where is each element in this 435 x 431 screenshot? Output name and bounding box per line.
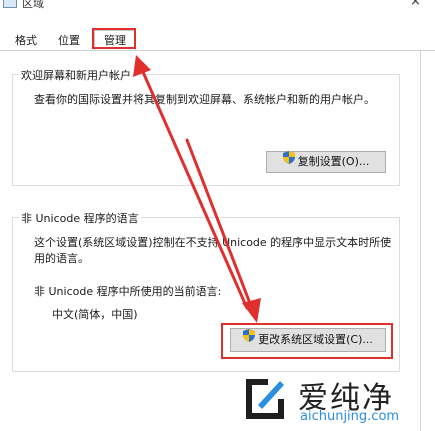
close-icon[interactable]: ×: [410, 0, 421, 9]
current-language-value: 中文(简体，中国): [52, 308, 138, 321]
watermark-logo-icon: [246, 379, 284, 419]
window-icon: [3, 0, 17, 8]
window-title: 区域: [22, 0, 44, 10]
watermark: 爱纯净 aichunjing.com: [238, 371, 428, 427]
welcome-description: 查看你的国际设置并将其复制到欢迎屏幕、系统帐户和新的用户帐户。: [34, 93, 375, 106]
copy-settings-label: 复制设置(O)...: [297, 155, 370, 168]
shield-icon: [282, 151, 295, 171]
tab-highlight-box: [92, 28, 136, 49]
copy-settings-button[interactable]: 复制设置(O)...: [266, 151, 386, 173]
current-language-label: 非 Unicode 程序中所使用的当前语言:: [34, 285, 222, 298]
title-bar: 区域 ×: [0, 0, 435, 14]
unicode-group-legend: 非 Unicode 程序的语言: [19, 210, 141, 226]
watermark-url: aichunjing.com: [300, 409, 400, 424]
button-highlight-box: [221, 323, 393, 359]
tab-format[interactable]: 格式: [8, 32, 44, 50]
tab-location[interactable]: 位置: [52, 32, 86, 50]
tab-strip: 格式 位置 管理: [0, 28, 435, 51]
welcome-group-legend: 欢迎屏幕和新用户帐户: [19, 67, 133, 83]
unicode-description-line2: 用的语言。: [34, 252, 89, 265]
